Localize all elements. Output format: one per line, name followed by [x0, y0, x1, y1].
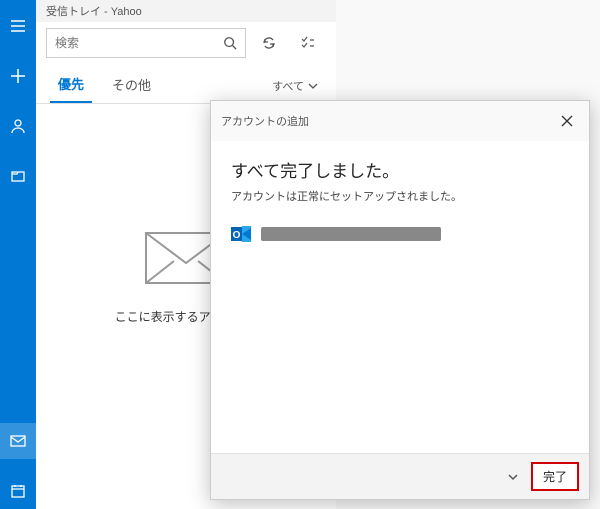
- filter-label: すべて: [272, 78, 304, 94]
- hamburger-menu-icon[interactable]: [0, 8, 36, 44]
- search-field[interactable]: [55, 36, 223, 50]
- search-input[interactable]: [46, 28, 246, 58]
- window-title: 受信トレイ - Yahoo: [36, 0, 336, 22]
- filter-dropdown[interactable]: すべて: [272, 78, 322, 94]
- folders-icon[interactable]: [0, 158, 36, 194]
- chevron-down-icon: [308, 81, 318, 91]
- accounts-icon[interactable]: [0, 108, 36, 144]
- tabs: 優先 その他 すべて: [36, 64, 336, 104]
- dialog-subtext: アカウントは正常にセットアップされました。: [231, 188, 569, 204]
- add-account-dialog: アカウントの追加 すべて完了しました。 アカウントは正常にセットアップされました…: [210, 100, 590, 500]
- chevron-down-icon[interactable]: [503, 467, 523, 487]
- svg-text:O: O: [233, 230, 241, 241]
- calendar-icon[interactable]: [0, 473, 36, 509]
- account-row: O: [231, 224, 569, 244]
- outlook-icon: O: [231, 224, 251, 244]
- tab-focused[interactable]: 優先: [50, 68, 92, 103]
- sync-icon[interactable]: [254, 28, 284, 58]
- dialog-title: アカウントの追加: [221, 113, 555, 129]
- new-mail-icon[interactable]: [0, 58, 36, 94]
- toolbar: [36, 22, 336, 64]
- tab-other[interactable]: その他: [104, 69, 159, 102]
- mail-icon[interactable]: [0, 423, 36, 459]
- done-button[interactable]: 完了: [531, 462, 579, 491]
- search-icon[interactable]: [223, 36, 237, 50]
- nav-sidebar: [0, 0, 36, 509]
- close-icon[interactable]: [555, 109, 579, 133]
- dialog-heading: すべて完了しました。: [231, 157, 569, 182]
- account-email-redacted: [261, 227, 441, 241]
- select-mode-icon[interactable]: [292, 28, 322, 58]
